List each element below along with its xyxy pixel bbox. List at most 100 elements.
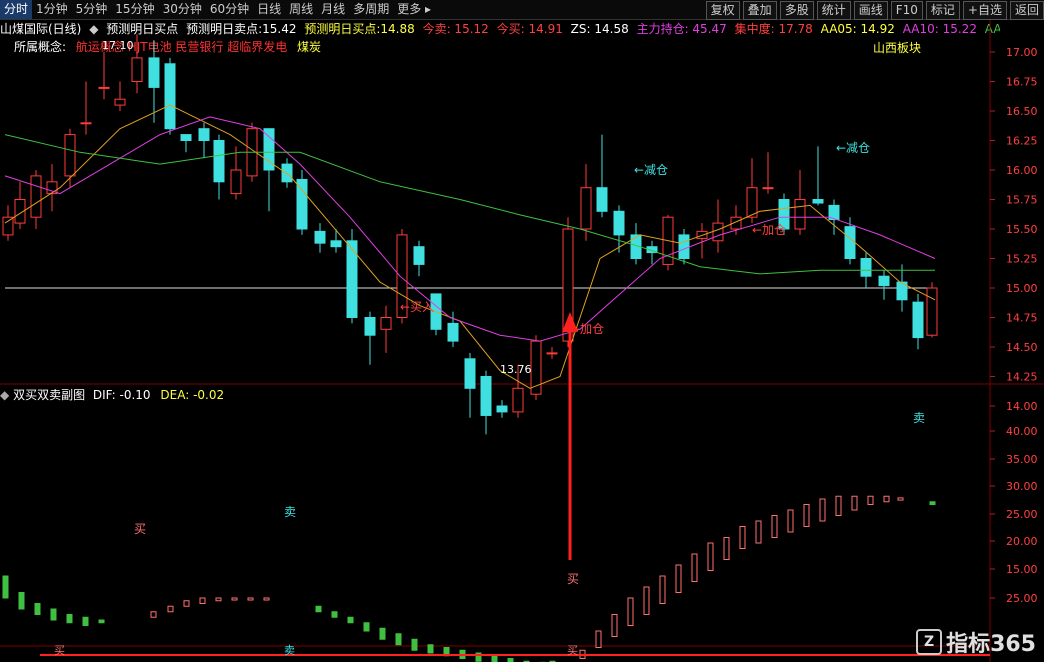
candle-body-6 bbox=[98, 86, 110, 89]
candle-body-17 bbox=[281, 163, 293, 183]
candle-body-4 bbox=[64, 134, 76, 177]
candle-body-31 bbox=[512, 387, 524, 413]
sub-label-3: 25.00 bbox=[1006, 508, 1038, 521]
candle-body-30 bbox=[496, 405, 508, 413]
buy-in-label: ←买入 bbox=[400, 300, 434, 314]
candle-body-8 bbox=[131, 57, 143, 83]
price-label-12: 14.00 bbox=[1006, 400, 1038, 413]
candle-body-12 bbox=[198, 128, 210, 141]
price-label-3: 16.25 bbox=[1006, 135, 1038, 148]
candle-body-14 bbox=[230, 169, 242, 195]
high-label: 17.10 bbox=[102, 39, 134, 52]
sub-bar-47 bbox=[835, 495, 842, 516]
sub-bar-17 bbox=[347, 616, 354, 624]
sub-bar-16 bbox=[331, 611, 338, 618]
sub-label-2: 30.00 bbox=[1006, 480, 1038, 493]
sub-bar-18 bbox=[363, 622, 370, 632]
reduce-label-1: ←减仓 bbox=[634, 163, 668, 177]
candle-body-20 bbox=[330, 240, 342, 248]
sub-bar-19 bbox=[379, 627, 386, 640]
sub-bar-8 bbox=[167, 605, 174, 613]
sub-bar-5 bbox=[82, 616, 89, 626]
candle-body-53 bbox=[878, 275, 890, 287]
candle-body-7 bbox=[114, 98, 126, 106]
sub-label-0: 40.00 bbox=[1006, 425, 1038, 438]
candle-body-2 bbox=[30, 175, 42, 218]
sub-label-5: 15.00 bbox=[1006, 563, 1038, 576]
candle-body-51 bbox=[844, 226, 856, 259]
kline-chart[interactable]: 17.00 16.75 16.50 16.25 16.00 15.75 15.50 15.25… bbox=[0, 0, 1044, 662]
price-label-2: 16.50 bbox=[1006, 105, 1038, 118]
candle-body-11 bbox=[180, 134, 192, 142]
sub-bar-6 bbox=[98, 619, 105, 624]
candle-body-22 bbox=[364, 317, 376, 336]
candle-body-27 bbox=[447, 322, 459, 342]
candle-body-13 bbox=[213, 140, 225, 183]
price-label-10: 14.50 bbox=[1006, 341, 1038, 354]
bottom-buy-label-2: 买 bbox=[567, 644, 578, 657]
sub-bar-9 bbox=[183, 600, 190, 607]
sub-sell-label-2: 卖 bbox=[913, 411, 925, 425]
sub-bar-52 bbox=[929, 501, 936, 505]
sub-buy-label-2: 买 bbox=[567, 572, 579, 586]
low-label: 13.76 bbox=[500, 363, 532, 376]
sub-bar-3 bbox=[50, 608, 57, 621]
sub-bar-20 bbox=[395, 633, 402, 646]
candle-body-21 bbox=[346, 240, 358, 318]
sub-bar-49 bbox=[867, 495, 874, 505]
candle-body-25 bbox=[413, 246, 425, 265]
sub-bar-46 bbox=[819, 498, 826, 522]
price-label-7: 15.25 bbox=[1006, 253, 1038, 266]
candle-body-19 bbox=[314, 230, 326, 244]
sub-bar-34 bbox=[627, 597, 634, 626]
sub-bar-42 bbox=[755, 520, 762, 544]
sub-bar-48 bbox=[851, 495, 858, 511]
sub-bar-40 bbox=[723, 537, 730, 560]
reduce-label-2: ←减仓 bbox=[836, 141, 870, 155]
sub-bar-4 bbox=[66, 614, 73, 624]
candle-body-36 bbox=[596, 187, 608, 212]
bottom-buy-label-1: 买 bbox=[54, 644, 65, 657]
ma10-line bbox=[4, 104, 936, 389]
candle-body-46 bbox=[762, 187, 774, 190]
candle-body-35 bbox=[580, 187, 592, 230]
candle-body-28 bbox=[464, 358, 476, 389]
sub-label-4: 20.00 bbox=[1006, 535, 1038, 548]
sub-bar-50 bbox=[883, 495, 890, 503]
candle-body-0 bbox=[2, 216, 14, 236]
candle-body-41 bbox=[678, 234, 690, 259]
sub-bar-33 bbox=[611, 614, 618, 637]
sub-bar-43 bbox=[771, 515, 778, 538]
sub-bar-27 bbox=[507, 658, 514, 662]
candle-body-23 bbox=[380, 317, 392, 330]
sub-buy-label-1: 买 bbox=[134, 522, 146, 536]
sub-bar-10 bbox=[199, 597, 206, 604]
price-label-8: 15.00 bbox=[1006, 282, 1038, 295]
price-label-11: 14.25 bbox=[1006, 371, 1038, 384]
sub-bar-21 bbox=[411, 638, 418, 651]
sub-bar-26 bbox=[491, 655, 498, 662]
candle-body-49 bbox=[812, 199, 824, 204]
candle-body-56 bbox=[926, 287, 938, 336]
sub-bar-0 bbox=[2, 575, 9, 599]
candle-body-10 bbox=[164, 63, 176, 130]
candle-body-48 bbox=[794, 199, 806, 230]
sub-bar-35 bbox=[643, 586, 650, 615]
sub-bar-1 bbox=[18, 592, 25, 610]
candle-body-33 bbox=[546, 352, 558, 355]
sub-bar-38 bbox=[691, 553, 698, 582]
brand-logo: Z 指标365 bbox=[916, 626, 1036, 658]
price-label-1: 16.75 bbox=[1006, 76, 1038, 89]
sub-bar-39 bbox=[707, 542, 714, 571]
sub-bar-2 bbox=[34, 603, 41, 615]
sub-bar-37 bbox=[675, 564, 682, 593]
sub-bar-41 bbox=[739, 526, 746, 549]
sub-bar-7 bbox=[150, 611, 157, 618]
sub-bar-45 bbox=[803, 504, 810, 527]
price-label-9: 14.75 bbox=[1006, 312, 1038, 325]
candle-body-55 bbox=[912, 301, 924, 339]
sub-bar-51 bbox=[897, 497, 904, 501]
sub-sell-label-1: 卖 bbox=[284, 505, 296, 519]
price-label-5: 15.75 bbox=[1006, 194, 1038, 207]
logo-icon: Z bbox=[916, 629, 943, 655]
